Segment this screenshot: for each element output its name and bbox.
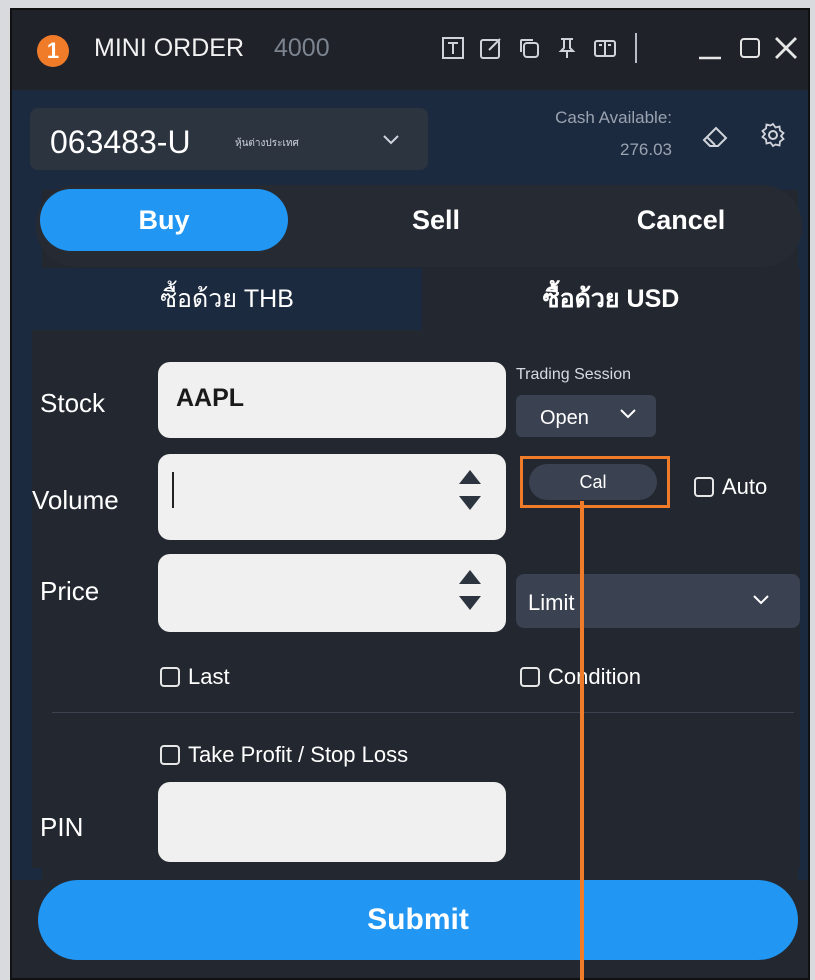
edit-icon[interactable] [477, 34, 505, 62]
cash-available-label: Cash Available: [555, 108, 672, 127]
stock-label: Stock [40, 388, 106, 418]
price-stepper[interactable] [458, 566, 482, 616]
cal-button[interactable]: Cal [529, 464, 657, 500]
buy-tab[interactable]: Buy [40, 189, 288, 251]
stepper-up-icon[interactable] [459, 570, 481, 584]
sell-tab[interactable]: Sell [311, 189, 561, 251]
submit-button[interactable]: Submit [38, 880, 798, 960]
condition-label: Condition [548, 664, 641, 689]
cal-highlight-box: Cal [520, 456, 670, 508]
side-segmented-control: Buy Sell Cancel [36, 185, 802, 267]
pin-label: PIN [40, 812, 84, 842]
stepper-up-icon[interactable] [459, 470, 481, 484]
gear-icon[interactable] [760, 122, 786, 153]
eraser-icon[interactable] [702, 124, 728, 155]
checkbox-icon [520, 667, 540, 687]
stock-input[interactable]: AAPL [158, 362, 506, 438]
order-form: Stock AAPL Trading Session Open Volume C… [32, 330, 800, 868]
volume-input[interactable] [158, 454, 506, 540]
chevron-down-icon [750, 588, 772, 616]
close-icon[interactable] [770, 30, 802, 66]
trading-session-value: Open [540, 407, 589, 429]
book-icon[interactable] [591, 34, 619, 62]
trading-session-label: Trading Session [516, 366, 632, 383]
account-selector[interactable]: 063483-U หุ้นต่างประเทศ [30, 108, 428, 170]
checkbox-icon [160, 667, 180, 687]
cash-available-value: 276.03 [620, 140, 672, 159]
take-profit-stop-loss-checkbox[interactable]: Take Profit / Stop Loss [160, 742, 408, 768]
window-badge: 1 [37, 35, 69, 67]
account-number: 063483-U [50, 124, 191, 160]
callout-pointer-line [580, 501, 584, 980]
order-type-select[interactable]: Limit [516, 574, 800, 628]
chevron-down-icon [380, 128, 402, 155]
price-input[interactable] [158, 554, 506, 632]
volume-label: Volume [32, 485, 119, 515]
mini-order-window: 1 MINI ORDER 4000 063483-U หุ้นต่างประเท… [10, 8, 810, 980]
account-row: 063483-U หุ้นต่างประเทศ Cash Available: … [12, 90, 808, 190]
take-profit-stop-loss-label: Take Profit / Stop Loss [188, 742, 409, 767]
maximize-icon[interactable] [734, 30, 766, 66]
trading-session-select[interactable]: Open [516, 395, 656, 437]
tab-buy-with-thb[interactable]: ซื้อด้วย THB [32, 268, 422, 330]
toolbar-separator [635, 33, 637, 63]
volume-stepper[interactable] [458, 466, 482, 516]
auto-label: Auto [722, 474, 768, 499]
copy-icon[interactable] [515, 34, 543, 62]
stepper-down-icon[interactable] [459, 496, 481, 510]
toolbar-icons [439, 30, 649, 66]
order-type-value: Limit [528, 590, 575, 615]
cancel-tab[interactable]: Cancel [566, 189, 796, 251]
stock-value: AAPL [176, 384, 245, 412]
form-divider [52, 712, 794, 713]
pin-input[interactable] [158, 782, 506, 862]
auto-checkbox[interactable]: Auto [694, 474, 767, 500]
pin-icon[interactable] [553, 34, 581, 62]
account-type: หุ้นต่างประเทศ [235, 138, 299, 149]
window-title-number: 4000 [274, 34, 330, 62]
price-label: Price [40, 576, 100, 606]
stepper-down-icon[interactable] [459, 596, 481, 610]
checkbox-icon [160, 745, 180, 765]
last-label: Last [188, 664, 230, 689]
title-bar: 1 MINI ORDER 4000 [12, 10, 808, 90]
chevron-down-icon [618, 403, 638, 429]
window-title: MINI ORDER [94, 34, 244, 62]
checkbox-icon [694, 477, 714, 497]
text-icon[interactable] [439, 34, 467, 62]
last-checkbox[interactable]: Last [160, 664, 230, 690]
tab-buy-with-usd[interactable]: ซื้อด้วย USD [422, 268, 800, 330]
text-caret [172, 472, 174, 508]
minimize-icon[interactable] [694, 30, 726, 66]
